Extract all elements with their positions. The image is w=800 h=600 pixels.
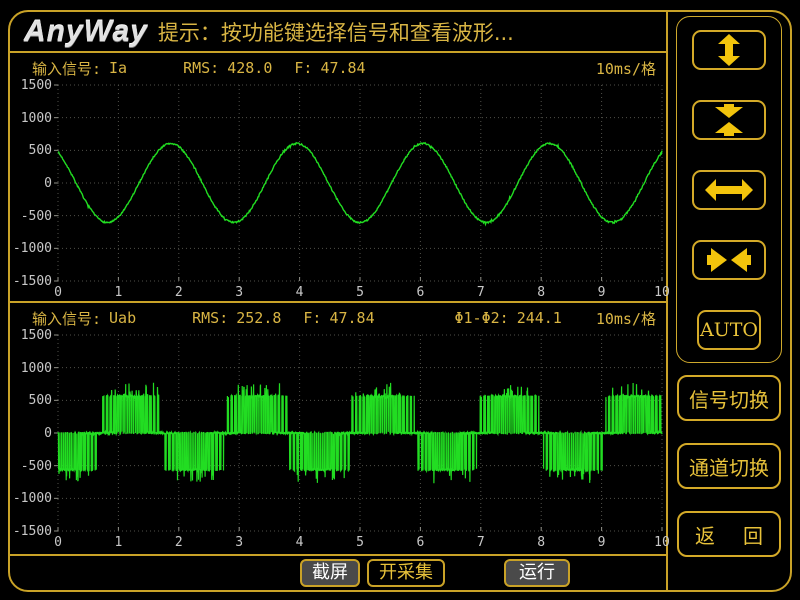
- rms-value: 252.8: [236, 309, 281, 327]
- waveform-ia-svg: [58, 85, 662, 281]
- channel-switch-button[interactable]: 通道切换: [677, 443, 781, 489]
- x-axis-tick-label: 7: [466, 535, 496, 550]
- signal-label: 输入信号:: [32, 308, 101, 329]
- x-axis-tick-label: 3: [224, 535, 254, 550]
- x-axis-tick-label: 0: [43, 535, 73, 550]
- device-frame: AnyWay 提示：按功能键选择信号和查看波形... 输入信号: Ia RMS:…: [8, 10, 792, 592]
- header-hint-text: 提示：按功能键选择信号和查看波形...: [158, 17, 514, 47]
- back-button-label-right: 回: [743, 520, 763, 549]
- y-axis-tick-label: -500: [10, 209, 52, 224]
- horizontal-expand-icon: [705, 174, 753, 206]
- y-axis-tick-label: -1000: [10, 241, 52, 256]
- signal-name: Ia: [109, 59, 127, 77]
- x-axis-tick-label: 10: [647, 285, 677, 300]
- bottom-bar: 截屏 开采集 运行: [10, 556, 666, 590]
- y-axis-tick-label: 1000: [10, 361, 52, 376]
- x-axis-tick-label: 1: [103, 285, 133, 300]
- rms-value: 428.0: [227, 59, 272, 77]
- x-axis-tick-label: 0: [43, 285, 73, 300]
- vertical-expand-icon: [705, 34, 753, 66]
- screenshot-button[interactable]: 截屏: [300, 559, 360, 587]
- rms-label: RMS:: [183, 59, 219, 77]
- y-axis-tick-label: 1000: [10, 111, 52, 126]
- vertical-compress-button[interactable]: [692, 100, 766, 140]
- horizontal-compress-button[interactable]: [692, 240, 766, 280]
- y-axis-tick-label: 500: [10, 143, 52, 158]
- timebase-label: 10ms/格: [596, 58, 656, 79]
- x-axis-tick-label: 10: [647, 535, 677, 550]
- signal-name: Uab: [109, 309, 136, 327]
- x-axis-tick-label: 7: [466, 285, 496, 300]
- x-axis-tick-label: 3: [224, 285, 254, 300]
- sidebar: AUTO 信号切换 通道切换 返 回: [668, 12, 790, 590]
- x-axis-tick-label: 5: [345, 285, 375, 300]
- x-axis-tick-label: 2: [164, 535, 194, 550]
- panel-ia-header: 输入信号: Ia RMS: 428.0 F: 47.84 10ms/格: [10, 53, 666, 83]
- freq-label: F:: [303, 309, 321, 327]
- y-axis-tick-label: 0: [10, 176, 52, 191]
- y-axis-tick-label: 1500: [10, 328, 52, 343]
- signal-label: 输入信号:: [32, 58, 101, 79]
- timebase-label: 10ms/格: [596, 308, 656, 329]
- x-axis-tick-label: 8: [526, 285, 556, 300]
- freq-value: 47.84: [320, 59, 365, 77]
- y-axis-tick-label: 1500: [10, 78, 52, 93]
- plot-uab: 150010005000-500-1000-1500012345678910: [58, 335, 662, 531]
- run-button[interactable]: 运行: [504, 559, 570, 587]
- x-axis-tick-label: 9: [587, 535, 617, 550]
- x-axis-tick-label: 5: [345, 535, 375, 550]
- rms-label: RMS:: [192, 309, 228, 327]
- x-axis-tick-label: 1: [103, 535, 133, 550]
- freq-value: 47.84: [329, 309, 374, 327]
- waveform-uab-svg: [58, 335, 662, 531]
- y-axis-tick-label: 0: [10, 426, 52, 441]
- back-button[interactable]: 返 回: [677, 511, 781, 557]
- start-acquisition-button[interactable]: 开采集: [367, 559, 445, 587]
- x-axis-tick-label: 6: [405, 285, 435, 300]
- y-axis-tick-label: -500: [10, 459, 52, 474]
- horizontal-compress-icon: [705, 244, 753, 276]
- plot-ia: 150010005000-500-1000-1500012345678910: [58, 85, 662, 281]
- anyway-logo: AnyWay: [24, 15, 148, 49]
- vertical-expand-button[interactable]: [692, 30, 766, 70]
- panel-uab-header: 输入信号: Uab RMS: 252.8 F: 47.84 Φ1-Φ2: 244…: [10, 303, 666, 333]
- phase-diff-value: 244.1: [517, 309, 562, 327]
- x-axis-tick-label: 2: [164, 285, 194, 300]
- y-axis-tick-label: -1000: [10, 491, 52, 506]
- signal-switch-button[interactable]: 信号切换: [677, 375, 781, 421]
- x-axis-tick-label: 8: [526, 535, 556, 550]
- vertical-compress-icon: [705, 104, 753, 136]
- zoom-button-group: AUTO: [676, 16, 782, 363]
- main-area: AnyWay 提示：按功能键选择信号和查看波形... 输入信号: Ia RMS:…: [10, 12, 668, 590]
- phase-diff-label: Φ1-Φ2:: [455, 309, 509, 327]
- waveform-panel-ia: 输入信号: Ia RMS: 428.0 F: 47.84 10ms/格 1500…: [10, 53, 666, 303]
- horizontal-expand-button[interactable]: [692, 170, 766, 210]
- x-axis-tick-label: 9: [587, 285, 617, 300]
- auto-button[interactable]: AUTO: [697, 310, 761, 350]
- x-axis-tick-label: 4: [285, 285, 315, 300]
- waveform-panel-uab: 输入信号: Uab RMS: 252.8 F: 47.84 Φ1-Φ2: 244…: [10, 303, 666, 556]
- y-axis-tick-label: 500: [10, 393, 52, 408]
- x-axis-tick-label: 6: [405, 535, 435, 550]
- app-header: AnyWay 提示：按功能键选择信号和查看波形...: [10, 12, 666, 53]
- freq-label: F:: [294, 59, 312, 77]
- x-axis-tick-label: 4: [285, 535, 315, 550]
- back-button-label-left: 返: [695, 520, 715, 549]
